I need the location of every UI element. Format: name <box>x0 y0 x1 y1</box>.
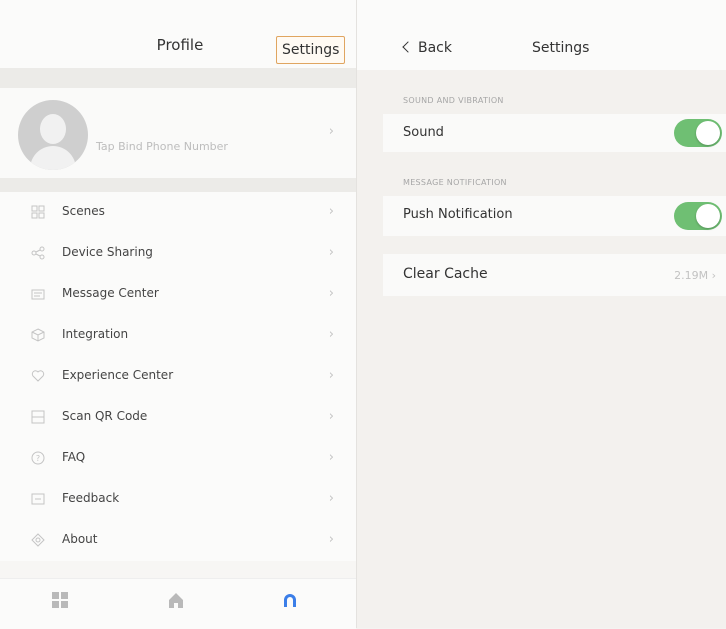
row-label: Push Notification <box>403 207 513 222</box>
page-title: Profile <box>156 36 204 54</box>
menu-item-integration[interactable]: Integration › <box>0 315 356 356</box>
chevron-right-icon: › <box>328 368 334 383</box>
svg-text:?: ? <box>36 454 40 463</box>
home-icon[interactable] <box>158 591 194 613</box>
feedback-icon <box>30 492 46 506</box>
menu-item-label: Feedback <box>62 491 120 505</box>
menu-item-label: Experience Center <box>62 368 174 382</box>
chevron-right-icon: › <box>328 286 334 301</box>
menu-item-label: Message Center <box>62 286 159 300</box>
chevron-right-icon: › <box>328 327 334 342</box>
bind-phone-link[interactable]: Tap Bind Phone Number <box>96 140 228 153</box>
sound-toggle[interactable] <box>674 119 722 147</box>
profile-screen: Profile Settings Tap Bind Phone Number ›… <box>0 0 356 629</box>
chevron-right-icon: › <box>328 491 334 506</box>
grid-icon <box>30 205 46 219</box>
scan-icon <box>30 410 46 424</box>
menu-item-scenes[interactable]: Scenes › <box>0 192 356 233</box>
push-notification-toggle[interactable] <box>674 202 722 230</box>
heart-icon <box>30 369 46 383</box>
tab-bar <box>0 578 356 629</box>
sound-row: Sound <box>383 114 726 152</box>
push-notification-row: Push Notification <box>383 196 726 236</box>
menu-item-device-sharing[interactable]: Device Sharing › <box>0 233 356 274</box>
chevron-left-icon <box>402 41 414 53</box>
info-icon <box>30 533 46 547</box>
back-label: Back <box>418 40 452 56</box>
cube-icon <box>30 328 46 342</box>
back-button[interactable]: Back <box>402 40 452 56</box>
menu-item-label: About <box>62 532 98 546</box>
profile-header: Profile Settings <box>0 0 356 68</box>
chevron-right-icon: › <box>328 532 334 547</box>
question-icon: ? <box>30 451 46 465</box>
menu-item-label: Scan QR Code <box>62 409 148 423</box>
devices-grid-icon[interactable] <box>42 591 78 613</box>
section-divider <box>0 178 356 192</box>
section-header: MESSAGE NOTIFICATION <box>403 178 507 187</box>
share-icon <box>30 246 46 260</box>
profile-card[interactable]: Tap Bind Phone Number › <box>0 88 356 178</box>
section-divider <box>0 68 356 88</box>
menu-item-label: Scenes <box>62 204 105 218</box>
row-label: Sound <box>403 125 444 140</box>
chevron-right-icon: › <box>328 204 334 219</box>
cache-size: 2.19M › <box>674 269 716 282</box>
profile-menu: Scenes › Device Sharing › Message Center… <box>0 192 356 561</box>
menu-item-feedback[interactable]: Feedback › <box>0 479 356 520</box>
chevron-right-icon: › <box>328 450 334 465</box>
clear-cache-row[interactable]: Clear Cache 2.19M › <box>383 254 726 296</box>
menu-item-label: Integration <box>62 327 129 341</box>
profile-icon[interactable] <box>272 591 308 613</box>
settings-header: Back Settings <box>357 0 726 70</box>
chevron-right-icon: › <box>328 245 334 260</box>
avatar[interactable] <box>18 100 88 170</box>
menu-item-experience-center[interactable]: Experience Center › <box>0 356 356 397</box>
chevron-right-icon: › <box>328 124 334 139</box>
menu-item-scan-qr-code[interactable]: Scan QR Code › <box>0 397 356 438</box>
settings-button[interactable]: Settings <box>276 36 346 64</box>
menu-item-message-center[interactable]: Message Center › <box>0 274 356 315</box>
menu-item-about[interactable]: About › <box>0 520 356 561</box>
message-icon <box>30 287 46 301</box>
row-label: Clear Cache <box>403 266 488 282</box>
section-header: SOUND AND VIBRATION <box>403 96 504 105</box>
menu-item-label: Device Sharing <box>62 245 153 259</box>
page-title: Settings <box>532 40 590 56</box>
chevron-right-icon: › <box>328 409 334 424</box>
menu-item-faq[interactable]: ? FAQ › <box>0 438 356 479</box>
settings-screen: Back Settings SOUND AND VIBRATION Sound … <box>357 0 726 628</box>
menu-item-label: FAQ <box>62 450 86 464</box>
